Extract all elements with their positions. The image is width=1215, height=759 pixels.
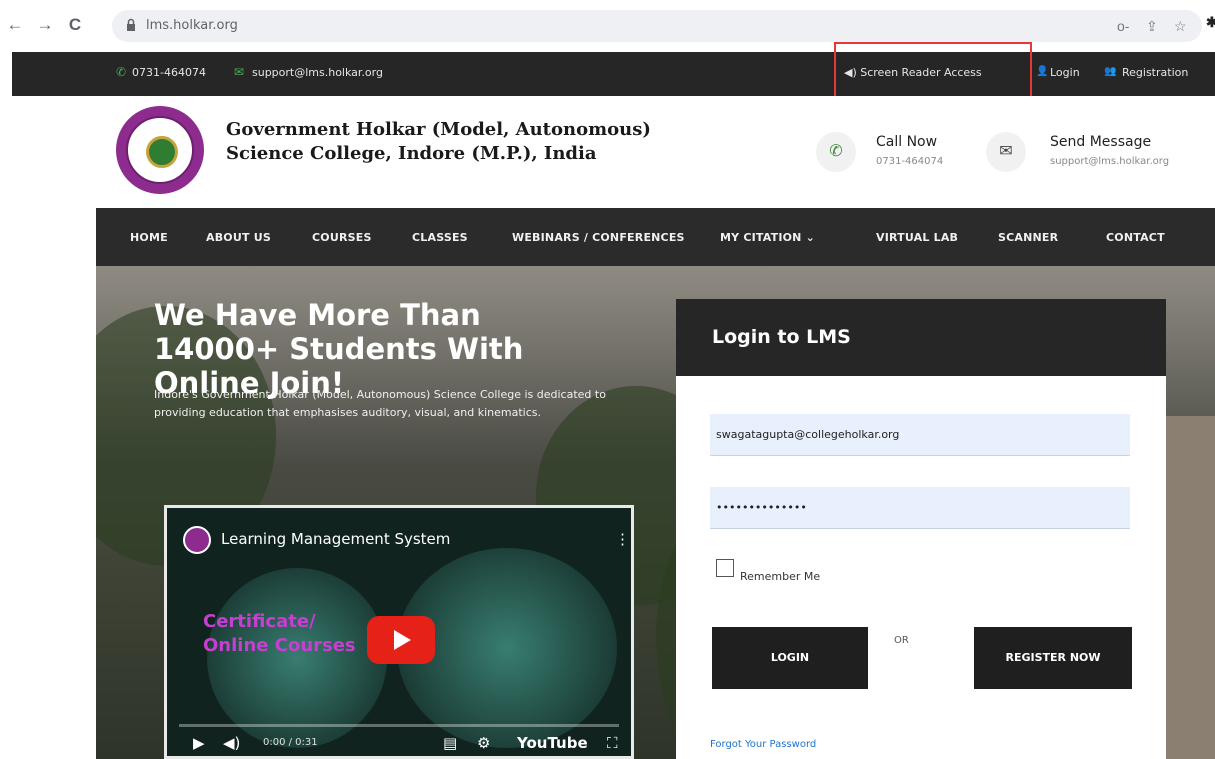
video-player[interactable]: Learning Management System ⋮ Certificate… <box>164 505 634 759</box>
extension-icon[interactable]: ✱ <box>1206 14 1215 31</box>
college-name: Government Holkar (Model, Autonomous) Sc… <box>226 118 651 166</box>
send-message-icon: ✉ <box>986 132 1026 172</box>
play-icon[interactable]: ▶ <box>193 734 205 752</box>
background-building <box>1166 416 1215 759</box>
reload-icon[interactable]: C <box>64 14 86 36</box>
top-contact-bar: ✆ 0731-464074 ✉ support@lms.holkar.org ◀… <box>12 52 1215 96</box>
call-now-title: Call Now <box>876 134 938 150</box>
main-nav: HOME ABOUT US COURSES CLASSES WEBINARS /… <box>96 208 1215 266</box>
nav-my-citation[interactable]: MY CITATION ⌄ <box>720 231 815 244</box>
email-field[interactable] <box>710 414 1130 456</box>
hero-heading: We Have More Than 14000+ Students With O… <box>154 298 524 400</box>
registration-link[interactable]: Registration <box>1122 66 1188 79</box>
nav-scanner[interactable]: SCANNER <box>998 231 1058 244</box>
url-text: lms.holkar.org <box>146 18 238 33</box>
address-bar[interactable]: lms.holkar.org o- ⇪ ☆ <box>112 10 1202 42</box>
topbar-email[interactable]: support@lms.holkar.org <box>252 66 383 79</box>
password-key-icon[interactable]: o- <box>1117 18 1129 34</box>
nav-about-us[interactable]: ABOUT US <box>206 231 271 244</box>
captions-icon[interactable]: ▤ <box>443 734 457 752</box>
login-button[interactable]: LOGIN <box>712 627 868 689</box>
browser-chrome: ← → C lms.holkar.org o- ⇪ ☆ ✱ <box>0 0 1215 52</box>
volume-icon[interactable]: ◀) <box>223 734 240 752</box>
login-panel: Login to LMS Remember Me LOGIN OR REGIST… <box>676 299 1166 759</box>
login-title: Login to LMS <box>712 326 851 348</box>
hero-section: We Have More Than 14000+ Students With O… <box>96 266 1215 759</box>
or-separator: OR <box>894 635 909 646</box>
call-now-number[interactable]: 0731-464074 <box>876 156 943 167</box>
remember-me-label: Remember Me <box>740 570 821 583</box>
send-message-title: Send Message <box>1050 134 1152 150</box>
password-field[interactable] <box>710 487 1130 529</box>
nav-webinars[interactable]: WEBINARS / CONFERENCES <box>512 231 685 244</box>
remember-me-checkbox[interactable] <box>716 559 734 577</box>
call-phone-icon: ✆ <box>816 132 856 172</box>
bookmark-star-icon[interactable]: ☆ <box>1174 18 1187 35</box>
college-logo[interactable] <box>116 106 204 194</box>
video-promo-text: Certificate/ Online Courses <box>203 611 356 656</box>
youtube-play-button[interactable] <box>367 616 435 664</box>
share-icon[interactable]: ⇪ <box>1146 18 1158 35</box>
lock-icon <box>127 18 135 31</box>
hero-paragraph: Indore's Government Holkar (Model, Auton… <box>154 388 606 419</box>
phone-icon: ✆ <box>116 65 127 79</box>
settings-gear-icon[interactable]: ⚙ <box>477 734 490 752</box>
nav-home[interactable]: HOME <box>130 231 168 244</box>
topbar-phone[interactable]: 0731-464074 <box>132 66 206 79</box>
video-progress-bar[interactable] <box>179 724 619 727</box>
nav-virtual-lab[interactable]: VIRTUAL LAB <box>876 231 958 244</box>
college-name-line2: Science College, Indore (M.P.), India <box>226 143 597 164</box>
play-icon <box>394 630 411 650</box>
college-name-line1: Government Holkar (Model, Autonomous) <box>226 119 651 140</box>
send-message-email[interactable]: support@lms.holkar.org <box>1050 156 1169 167</box>
add-user-icon: 👥 <box>1104 66 1117 77</box>
register-now-button[interactable]: REGISTER NOW <box>974 627 1132 689</box>
mail-icon: ✉ <box>234 65 245 79</box>
user-icon: 👤 <box>1036 66 1049 77</box>
login-header: Login to LMS <box>676 299 1166 376</box>
youtube-logo[interactable]: YouTube <box>517 734 588 752</box>
login-link[interactable]: Login <box>1050 66 1080 79</box>
kebab-menu-icon[interactable]: ⋮ <box>615 530 630 548</box>
nav-contact[interactable]: CONTACT <box>1106 231 1165 244</box>
nav-classes[interactable]: CLASSES <box>412 231 468 244</box>
nav-courses[interactable]: COURSES <box>312 231 372 244</box>
back-arrow-icon[interactable]: ← <box>4 14 26 36</box>
forgot-password-link[interactable]: Forgot Your Password <box>710 739 816 750</box>
video-time: 0:00 / 0:31 <box>263 737 318 748</box>
site-header: Government Holkar (Model, Autonomous) Sc… <box>96 96 1215 208</box>
video-title[interactable]: Learning Management System <box>221 530 450 548</box>
forward-arrow-icon[interactable]: → <box>34 14 56 36</box>
fullscreen-icon[interactable]: ⛶ <box>607 734 618 752</box>
channel-avatar[interactable] <box>183 526 211 554</box>
